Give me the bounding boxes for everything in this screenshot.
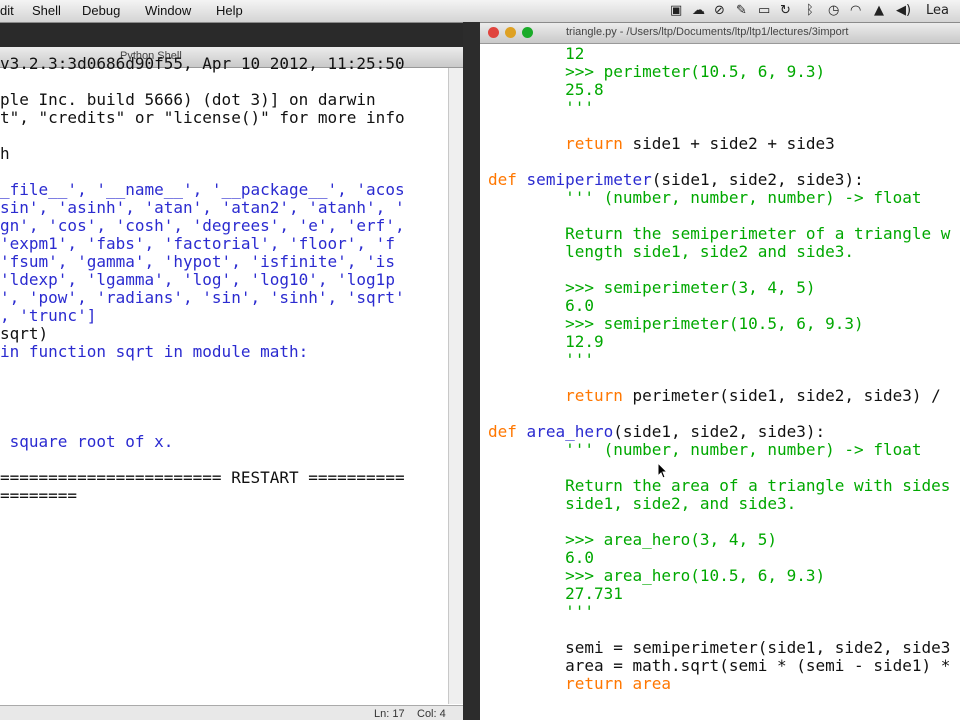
shell-line: , 'trunc'] [0, 306, 97, 325]
code-line: length side1, side2 and side3. [488, 242, 855, 261]
cloud-icon[interactable]: ☁ [692, 3, 705, 18]
shell-line: sqrt) [0, 324, 49, 343]
code-line: 25.8 [488, 80, 604, 99]
menu-bar: dit Shell Debug Window Help ▣ ☁ ⊘ ✎ ▭ ↻ … [0, 0, 960, 23]
menu-clock[interactable]: Lea [926, 3, 949, 18]
column-number: Col: 4 [417, 708, 446, 720]
code-line-def: def semiperimeter(side1, side2, side3): [488, 170, 864, 189]
code-line: ''' [488, 602, 594, 621]
code-line: 12 [488, 44, 585, 63]
shell-line: square root of x. [0, 432, 174, 451]
menu-debug[interactable]: Debug [82, 3, 120, 18]
code-line: semi = semiperimeter(side1, side2, side3 [488, 638, 951, 657]
shell-line: v3.2.3:3d0686d90f55, Apr 10 2012, 11:25:… [0, 54, 405, 73]
camera-icon[interactable]: ▣ [670, 3, 682, 18]
script-icon[interactable]: ✎ [736, 3, 747, 18]
shell-line: 'fsum', 'gamma', 'hypot', 'isfinite', 'i… [0, 252, 395, 271]
code-line: ''' (number, number, number) -> float [488, 188, 922, 207]
menu-shell[interactable]: Shell [32, 3, 61, 18]
code-line: area = math.sqrt(semi * (semi - side1) * [488, 656, 951, 675]
shell-line: ple Inc. build 5666) (dot 3)] on darwin [0, 90, 376, 109]
code-line: >>> perimeter(10.5, 6, 9.3) [488, 62, 826, 81]
code-line: side1, side2, and side3. [488, 494, 797, 513]
shell-line: t", "credits" or "license()" for more in… [0, 108, 405, 127]
code-line: Return the area of a triangle with sides [488, 476, 951, 495]
shell-line: gn', 'cos', 'cosh', 'degrees', 'e', 'erf… [0, 216, 405, 235]
editor-title: triangle.py - /Users/ltp/Documents/ltp/l… [566, 26, 849, 38]
menu-help[interactable]: Help [216, 3, 243, 18]
code-line: 6.0 [488, 548, 594, 567]
search-icon[interactable]: ⊘ [714, 3, 725, 18]
code-line-def: def area_hero(side1, side2, side3): [488, 422, 826, 441]
code-line: >>> area_hero(10.5, 6, 9.3) [488, 566, 826, 585]
code-line: >>> semiperimeter(10.5, 6, 9.3) [488, 314, 864, 333]
shell-line: _file__', '__name__', '__package__', 'ac… [0, 180, 405, 199]
minimize-icon[interactable] [505, 27, 516, 38]
code-line-return: return side1 + side2 + side3 [488, 134, 835, 153]
timemachine-icon[interactable]: ◷ [828, 3, 839, 18]
code-line: ''' (number, number, number) -> float [488, 440, 922, 459]
line-number: Ln: 17 [374, 708, 405, 720]
display-icon[interactable]: ▭ [758, 3, 770, 18]
shell-line: h [0, 144, 10, 163]
menu-edit[interactable]: dit [0, 3, 14, 18]
zoom-icon[interactable] [522, 27, 533, 38]
window-gap [463, 22, 480, 720]
shell-line: 'ldexp', 'lgamma', 'log', 'log10', 'log1… [0, 270, 395, 289]
code-line: Return the semiperimeter of a triangle w [488, 224, 951, 243]
code-line: 27.731 [488, 584, 623, 603]
bluetooth-icon[interactable]: ᛒ [806, 3, 814, 18]
shell-line: ', 'pow', 'radians', 'sin', 'sinh', 'sqr… [0, 288, 405, 307]
close-icon[interactable] [488, 27, 499, 38]
shell-scrollbar[interactable] [448, 68, 463, 704]
code-line: 6.0 [488, 296, 594, 315]
volume-icon[interactable]: ◀) [896, 3, 911, 18]
code-line: return area [488, 674, 672, 693]
code-line: ''' [488, 350, 594, 369]
shell-statusbar: Ln: 17 Col: 4 [0, 705, 463, 720]
editor-titlebar[interactable]: triangle.py - /Users/ltp/Documents/ltp/l… [480, 23, 960, 44]
code-line: 12.9 [488, 332, 604, 351]
shell-line: in function sqrt in module math: [0, 342, 309, 361]
menu-window[interactable]: Window [145, 3, 191, 18]
editor-code[interactable]: 12 >>> perimeter(10.5, 6, 9.3) 25.8 ''' … [488, 45, 960, 715]
shell-line: sin', 'asinh', 'atan', 'atan2', 'atanh',… [0, 198, 405, 217]
shell-line: ======================= RESTART ========… [0, 468, 405, 487]
code-line-return: return perimeter(side1, side2, side3) / [488, 386, 941, 405]
upload-icon[interactable]: ▲ [874, 3, 884, 18]
shell-line: ======== [0, 486, 78, 505]
code-line: >>> area_hero(3, 4, 5) [488, 530, 777, 549]
code-line: ''' [488, 98, 594, 117]
shell-line: 'expm1', 'fabs', 'factorial', 'floor', '… [0, 234, 395, 253]
sync-icon[interactable]: ↻ [780, 3, 791, 18]
editor-window: triangle.py - /Users/ltp/Documents/ltp/l… [480, 23, 960, 720]
wifi-icon[interactable]: ◠ [850, 3, 861, 18]
shell-output[interactable]: v3.2.3:3d0686d90f55, Apr 10 2012, 11:25:… [0, 55, 455, 695]
code-line: >>> semiperimeter(3, 4, 5) [488, 278, 816, 297]
python-shell-window: Python Shell v3.2.3:3d0686d90f55, Apr 10… [0, 47, 463, 720]
